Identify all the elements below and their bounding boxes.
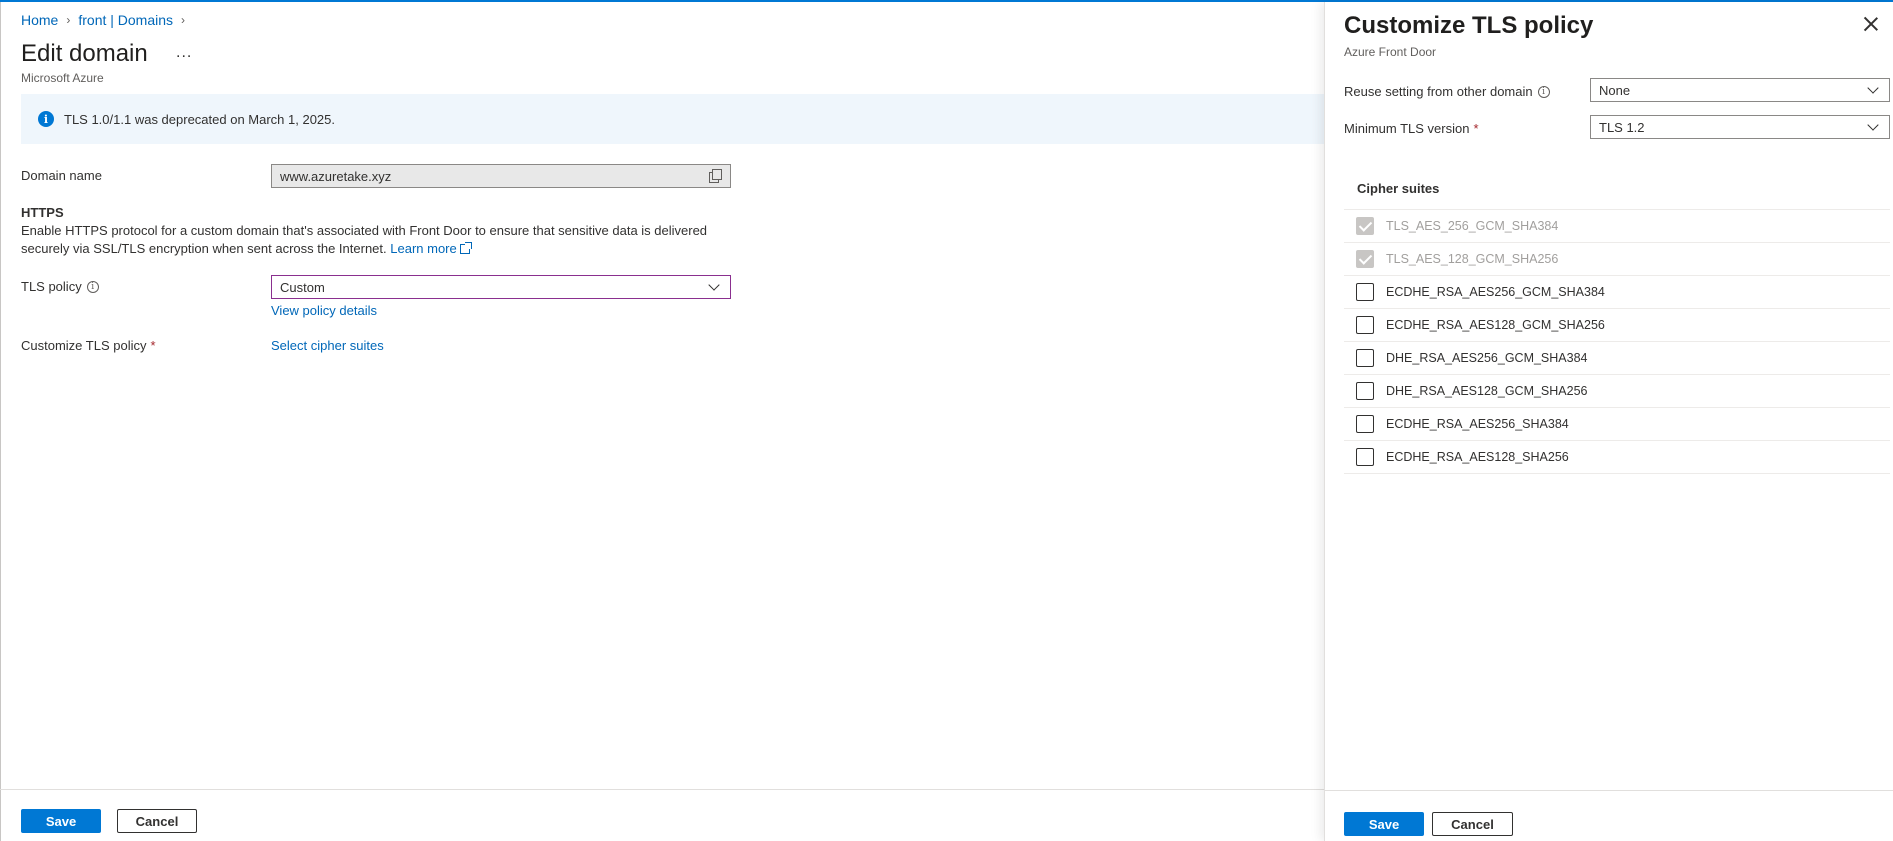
checkbox-icon[interactable]: [1356, 316, 1374, 334]
banner-text: TLS 1.0/1.1 was deprecated on March 1, 2…: [64, 111, 336, 127]
https-description-text: Enable HTTPS protocol for a custom domai…: [21, 223, 708, 256]
cipher-name: ECDHE_RSA_AES256_SHA384: [1386, 417, 1569, 431]
cipher-name: ECDHE_RSA_AES128_SHA256: [1386, 450, 1569, 464]
cipher-row: TLS_AES_256_GCM_SHA384: [1344, 210, 1890, 243]
breadcrumb-domains[interactable]: front | Domains: [78, 12, 173, 28]
min-tls-dropdown[interactable]: TLS 1.2: [1590, 115, 1890, 139]
save-button[interactable]: Save: [21, 809, 101, 833]
tls-policy-label: TLS policy i: [21, 279, 99, 294]
customize-tls-label: Customize TLS policy *: [21, 338, 156, 353]
checkbox-icon: [1356, 250, 1374, 268]
cipher-name: ECDHE_RSA_AES256_GCM_SHA384: [1386, 285, 1605, 299]
https-description: Enable HTTPS protocol for a custom domai…: [21, 222, 711, 258]
chevron-right-icon: ›: [181, 13, 186, 27]
https-heading: HTTPS: [21, 205, 64, 220]
panel-title: Customize TLS policy: [1344, 12, 1594, 39]
copy-icon[interactable]: [708, 169, 722, 183]
cipher-row: DHE_RSA_AES256_GCM_SHA384: [1344, 342, 1890, 375]
breadcrumb: Home › front | Domains ›: [21, 12, 193, 28]
panel-save-button[interactable]: Save: [1344, 812, 1424, 836]
cipher-name: DHE_RSA_AES256_GCM_SHA384: [1386, 351, 1588, 365]
checkbox-icon: [1356, 217, 1374, 235]
cipher-name: DHE_RSA_AES128_GCM_SHA256: [1386, 384, 1588, 398]
learn-more-link[interactable]: Learn more: [390, 241, 472, 256]
cipher-suites-list: TLS_AES_256_GCM_SHA384 TLS_AES_128_GCM_SH…: [1344, 209, 1890, 474]
checkbox-icon[interactable]: [1356, 283, 1374, 301]
more-actions-button[interactable]: ...: [176, 44, 192, 62]
cancel-button[interactable]: Cancel: [117, 809, 197, 833]
customize-tls-label-text: Customize TLS policy: [21, 338, 147, 353]
chevron-down-icon: [1867, 119, 1879, 131]
cipher-row: ECDHE_RSA_AES128_GCM_SHA256: [1344, 309, 1890, 342]
domain-name-field[interactable]: www.azuretake.xyz: [271, 164, 731, 188]
info-banner: i TLS 1.0/1.1 was deprecated on March 1,…: [21, 94, 1324, 144]
reuse-setting-dropdown[interactable]: None: [1590, 78, 1890, 102]
checkbox-icon[interactable]: [1356, 415, 1374, 433]
panel-subtitle: Azure Front Door: [1344, 45, 1437, 59]
customize-tls-panel: Customize TLS policy Azure Front Door Re…: [1324, 2, 1893, 841]
checkbox-icon[interactable]: [1356, 382, 1374, 400]
cipher-row: ECDHE_RSA_AES256_GCM_SHA384: [1344, 276, 1890, 309]
required-asterisk: *: [1473, 121, 1479, 136]
checkbox-icon[interactable]: [1356, 349, 1374, 367]
chevron-down-icon: [1867, 82, 1879, 94]
cipher-row: DHE_RSA_AES128_GCM_SHA256: [1344, 375, 1890, 408]
panel-cancel-button[interactable]: Cancel: [1432, 812, 1513, 836]
min-tls-label-text: Minimum TLS version: [1344, 121, 1470, 136]
min-tls-value: TLS 1.2: [1599, 119, 1645, 135]
domain-name-label: Domain name: [21, 168, 102, 183]
learn-more-text: Learn more: [390, 241, 457, 256]
reuse-setting-label: Reuse setting from other domain i: [1344, 84, 1550, 99]
domain-name-value: www.azuretake.xyz: [280, 168, 392, 184]
page-title: Edit domain: [21, 40, 148, 67]
cipher-suites-heading: Cipher suites: [1357, 181, 1440, 196]
required-asterisk: *: [150, 338, 156, 353]
info-icon[interactable]: i: [86, 280, 99, 293]
info-icon: i: [38, 111, 54, 127]
close-icon[interactable]: [1863, 16, 1879, 32]
cipher-name: ECDHE_RSA_AES128_GCM_SHA256: [1386, 318, 1605, 332]
select-cipher-suites-link[interactable]: Select cipher suites: [271, 338, 384, 353]
page-subtitle: Microsoft Azure: [21, 71, 104, 85]
reuse-setting-value: None: [1599, 82, 1631, 98]
cipher-name: TLS_AES_256_GCM_SHA384: [1386, 219, 1559, 233]
cipher-row: ECDHE_RSA_AES256_SHA384: [1344, 408, 1890, 441]
external-link-icon: [459, 242, 472, 254]
cipher-name: TLS_AES_128_GCM_SHA256: [1386, 252, 1559, 266]
cipher-row: TLS_AES_128_GCM_SHA256: [1344, 243, 1890, 276]
panel-footer-divider: [1325, 790, 1893, 791]
cipher-row: ECDHE_RSA_AES128_SHA256: [1344, 441, 1890, 474]
checkbox-icon[interactable]: [1356, 448, 1374, 466]
footer-divider: [0, 789, 1324, 790]
info-icon[interactable]: i: [1537, 85, 1550, 98]
tls-policy-dropdown[interactable]: Custom: [271, 275, 731, 299]
reuse-setting-label-text: Reuse setting from other domain: [1344, 84, 1533, 99]
min-tls-label: Minimum TLS version *: [1344, 121, 1479, 136]
edit-domain-blade: Home › front | Domains › Edit domain ...…: [0, 0, 1324, 841]
chevron-right-icon: ›: [66, 13, 71, 27]
tls-policy-value: Custom: [280, 279, 325, 295]
breadcrumb-home[interactable]: Home: [21, 12, 58, 28]
tls-policy-label-text: TLS policy: [21, 279, 82, 294]
chevron-down-icon: [708, 279, 720, 291]
view-policy-details-link[interactable]: View policy details: [271, 303, 377, 318]
domain-name-label-text: Domain name: [21, 168, 102, 183]
